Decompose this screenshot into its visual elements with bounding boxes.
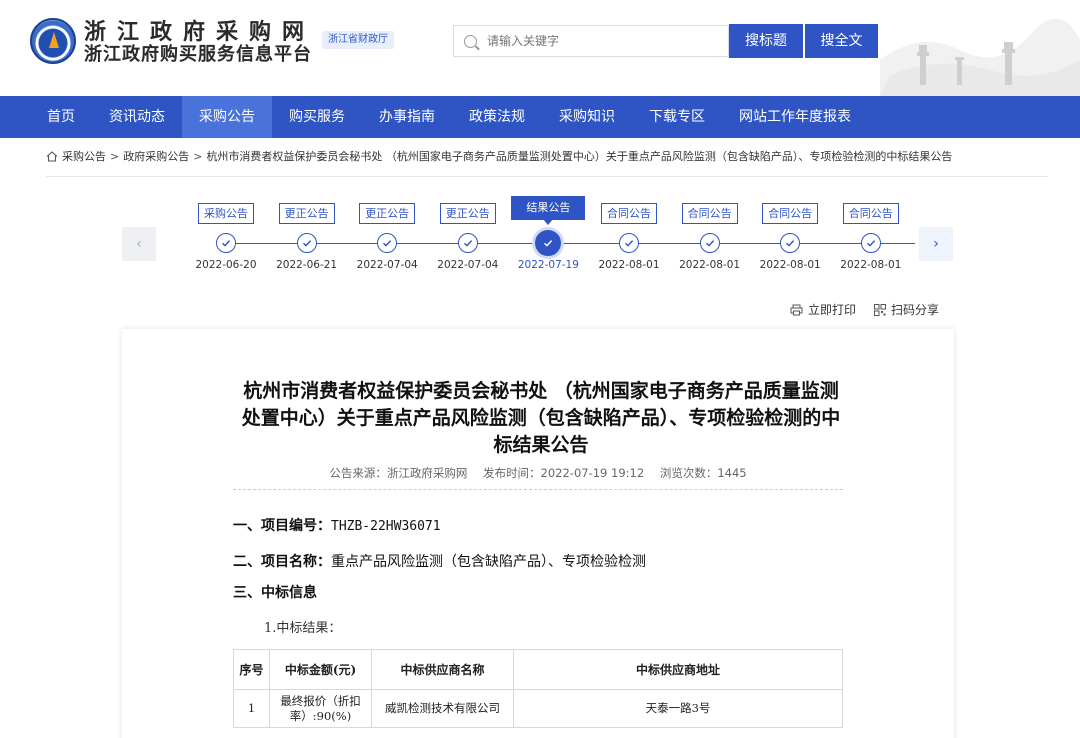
timeline-date: 2022-08-01 bbox=[598, 259, 660, 271]
timeline-tag[interactable]: 合同公告 bbox=[842, 203, 899, 224]
timeline-date: 2022-08-01 bbox=[759, 259, 821, 271]
table-cell: 天泰一路3号 bbox=[513, 689, 843, 728]
timeline-check-icon[interactable] bbox=[699, 233, 720, 253]
section-project-number: 一、项目编号：THZB-22HW36071 bbox=[233, 515, 441, 535]
breadcrumb-separator: > bbox=[193, 149, 203, 163]
gov-tag: 浙江省财政厅 bbox=[322, 31, 394, 49]
qrcode-icon bbox=[874, 303, 887, 316]
nav-item[interactable]: 政策法规 bbox=[452, 96, 542, 138]
timeline-date: 2022-08-01 bbox=[840, 259, 902, 271]
timeline-check-icon[interactable] bbox=[457, 233, 478, 253]
project-number-value: THZB-22HW36071 bbox=[331, 519, 441, 534]
breadcrumb-item-gov-procurement[interactable]: 政府采购公告 bbox=[123, 148, 189, 164]
timeline-date: 2022-08-01 bbox=[679, 259, 741, 271]
nav-item[interactable]: 网站工作年度报表 bbox=[722, 96, 868, 138]
timeline-tag[interactable]: 合同公告 bbox=[601, 203, 657, 224]
timeline-tag[interactable]: 更正公告 bbox=[439, 203, 496, 224]
timeline-tag[interactable]: 采购公告 bbox=[198, 203, 254, 224]
notice-view-count: 浏览次数：1445 bbox=[659, 466, 747, 480]
timeline-tag[interactable]: 合同公告 bbox=[762, 203, 819, 224]
timeline-check-icon[interactable] bbox=[296, 233, 317, 253]
table-header-cell: 序号 bbox=[233, 649, 270, 690]
site-logo-emblem[interactable] bbox=[30, 18, 76, 64]
timeline-check-icon[interactable] bbox=[860, 233, 881, 253]
timeline-check-icon[interactable] bbox=[780, 233, 801, 253]
breadcrumb-separator: > bbox=[110, 149, 120, 163]
table-cell: 威凯检测技术有限公司 bbox=[371, 689, 514, 728]
award-result-heading: 1.中标结果： bbox=[264, 621, 342, 636]
table-cell: 最终报价（折扣率）:90(%) bbox=[269, 689, 372, 728]
section-project-name: 二、项目名称：重点产品风险监测（包含缺陷产品）、专项检验检测 bbox=[233, 551, 646, 571]
timeline-date: 2022-07-19 bbox=[517, 259, 579, 271]
timeline-prev-button[interactable]: ‹ bbox=[122, 227, 156, 261]
timeline-tag[interactable]: 更正公告 bbox=[278, 203, 335, 224]
search-icon bbox=[464, 34, 477, 48]
timeline-tag[interactable]: 结果公告 bbox=[511, 196, 586, 225]
nav-item[interactable]: 采购知识 bbox=[542, 96, 632, 138]
nav-item[interactable]: 首页 bbox=[30, 96, 92, 138]
meta-divider bbox=[233, 489, 843, 490]
timeline-date: 2022-07-04 bbox=[356, 259, 418, 271]
timeline-check-icon[interactable] bbox=[619, 233, 639, 253]
home-icon[interactable] bbox=[46, 150, 58, 162]
timeline-check-icon[interactable] bbox=[377, 233, 398, 253]
print-label: 立即打印 bbox=[808, 303, 857, 317]
notice-meta: 公告来源：浙江政府采购网 发布时间：2022-07-19 19:12 浏览次数：… bbox=[233, 465, 843, 481]
print-button[interactable]: 立即打印 bbox=[790, 301, 856, 318]
timeline-line bbox=[226, 243, 915, 244]
nav-item[interactable]: 下载专区 bbox=[632, 96, 722, 138]
breadcrumb: 采购公告 > 政府采购公告 > 杭州市消费者权益保护委员会秘书处 （杭州国家电子… bbox=[46, 148, 952, 164]
printer-icon bbox=[790, 304, 803, 315]
table-row: 1 最终报价（折扣率）:90(%) 威凯检测技术有限公司 天泰一路3号 bbox=[233, 689, 843, 728]
timeline-check-icon[interactable] bbox=[535, 230, 562, 256]
table-header-row: 序号 中标金额(元) 中标供应商名称 中标供应商地址 bbox=[233, 649, 843, 690]
section-label: 一、项目编号： bbox=[233, 518, 331, 534]
breadcrumb-item-procurement[interactable]: 采购公告 bbox=[62, 148, 106, 164]
timeline-check-icon[interactable] bbox=[216, 233, 236, 253]
share-button[interactable]: 扫码分享 bbox=[874, 301, 939, 318]
main-nav: 首页 资讯动态 采购公告 购买服务 办事指南 政策法规 采购知识 下载专区 网站工作年度报表 bbox=[0, 96, 1080, 138]
table-header-cell: 中标金额(元) bbox=[269, 649, 372, 690]
notice-title: 杭州市消费者权益保护委员会秘书处 （杭州国家电子商务产品质量监测处置中心）关于重… bbox=[241, 380, 841, 456]
award-result-table: 序号 中标金额(元) 中标供应商名称 中标供应商地址 1 最终报价（折扣率）:90… bbox=[233, 649, 843, 728]
table-cell: 1 bbox=[233, 689, 270, 728]
section-label: 三、中标信息 bbox=[233, 585, 317, 601]
site-header: 浙江政府采购网 浙江政府购买服务信息平台 浙江省财政厅 搜标题 搜全文 bbox=[0, 0, 1080, 96]
nav-item[interactable]: 办事指南 bbox=[362, 96, 452, 138]
notice-source[interactable]: 公告来源：浙江政府采购网 bbox=[329, 466, 467, 480]
nav-item[interactable]: 采购公告 bbox=[182, 96, 272, 138]
timeline-date: 2022-06-20 bbox=[195, 259, 257, 271]
nav-item[interactable]: 购买服务 bbox=[272, 96, 362, 138]
section-label: 二、项目名称： bbox=[233, 554, 331, 570]
timeline-next-button[interactable]: › bbox=[919, 227, 953, 261]
breadcrumb-item-current: 杭州市消费者权益保护委员会秘书处 （杭州国家电子商务产品质量监测处置中心）关于重… bbox=[206, 150, 953, 163]
search-box[interactable] bbox=[453, 25, 729, 57]
notice-publish-time: 发布时间：2022-07-19 19:12 bbox=[483, 466, 645, 480]
timeline-date: 2022-07-04 bbox=[437, 259, 499, 271]
section-award-info: 三、中标信息 bbox=[233, 582, 317, 602]
search-fulltext-button[interactable]: 搜全文 bbox=[805, 24, 878, 58]
project-name-value: 重点产品风险监测（包含缺陷产品）、专项检验检测 bbox=[331, 554, 646, 570]
search-input[interactable] bbox=[487, 34, 707, 48]
nav-item[interactable]: 资讯动态 bbox=[92, 96, 182, 138]
share-label: 扫码分享 bbox=[891, 303, 940, 317]
breadcrumb-divider bbox=[46, 176, 1048, 177]
page-actions: 立即打印 扫码分享 bbox=[790, 301, 939, 318]
timeline-tag[interactable]: 合同公告 bbox=[681, 203, 738, 224]
timeline-tag[interactable]: 更正公告 bbox=[359, 203, 416, 224]
site-subtitle[interactable]: 浙江政府购买服务信息平台 bbox=[84, 40, 312, 66]
table-header-cell: 中标供应商地址 bbox=[513, 649, 843, 690]
timeline-date: 2022-06-21 bbox=[276, 259, 338, 271]
landscape-decoration-icon bbox=[880, 18, 1080, 96]
table-header-cell: 中标供应商名称 bbox=[371, 649, 514, 690]
search-title-button[interactable]: 搜标题 bbox=[729, 24, 803, 58]
